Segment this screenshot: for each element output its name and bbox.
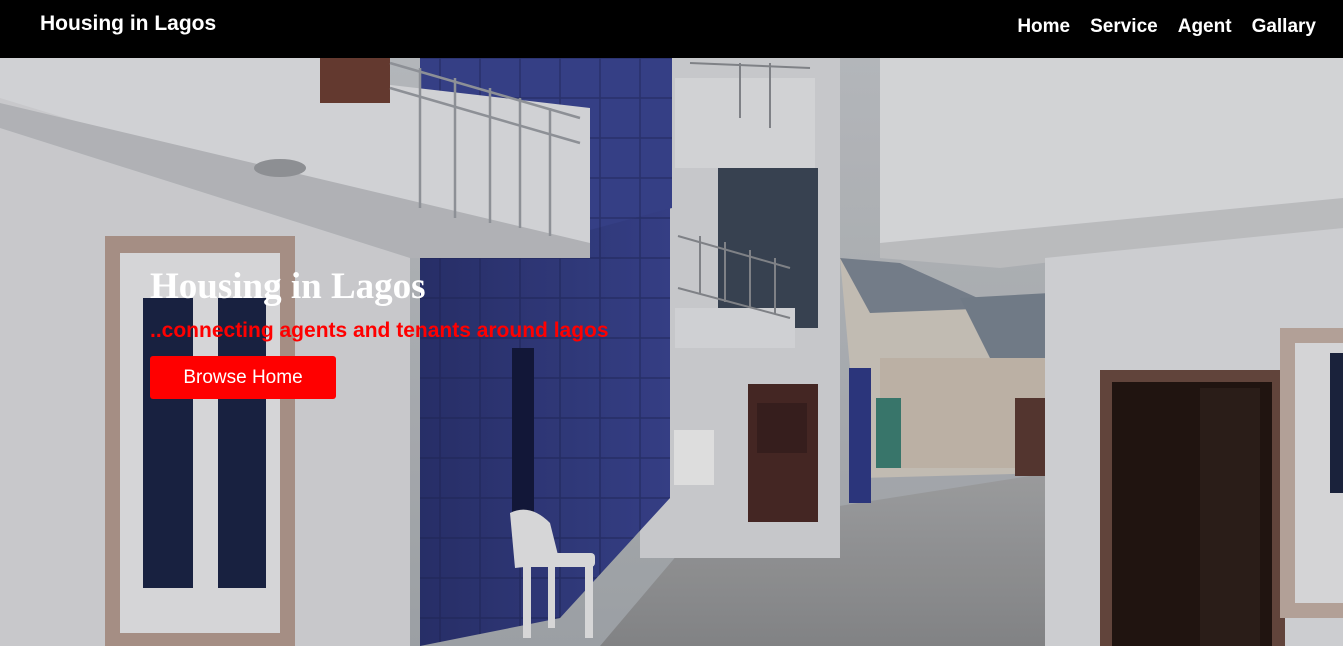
nav-service-link[interactable]: Service (1090, 16, 1158, 38)
hero-section: Housing in Lagos ..connecting agents and… (0, 58, 1343, 646)
hero-dim-overlay (0, 58, 1343, 646)
top-navbar: Housing in Lagos Home Service Agent Gall… (0, 0, 1343, 58)
browse-home-button[interactable]: Browse Home (150, 356, 336, 399)
nav-menu: Home Service Agent Gallary (1017, 16, 1316, 38)
hero-tagline: ..connecting agents and tenants around l… (150, 319, 609, 342)
brand-link[interactable]: Housing in Lagos (40, 12, 216, 36)
nav-agent-link[interactable]: Agent (1178, 16, 1232, 38)
hero-title: Housing in Lagos (150, 266, 426, 307)
nav-gallery-link[interactable]: Gallary (1252, 16, 1316, 38)
nav-home-link[interactable]: Home (1017, 16, 1070, 38)
